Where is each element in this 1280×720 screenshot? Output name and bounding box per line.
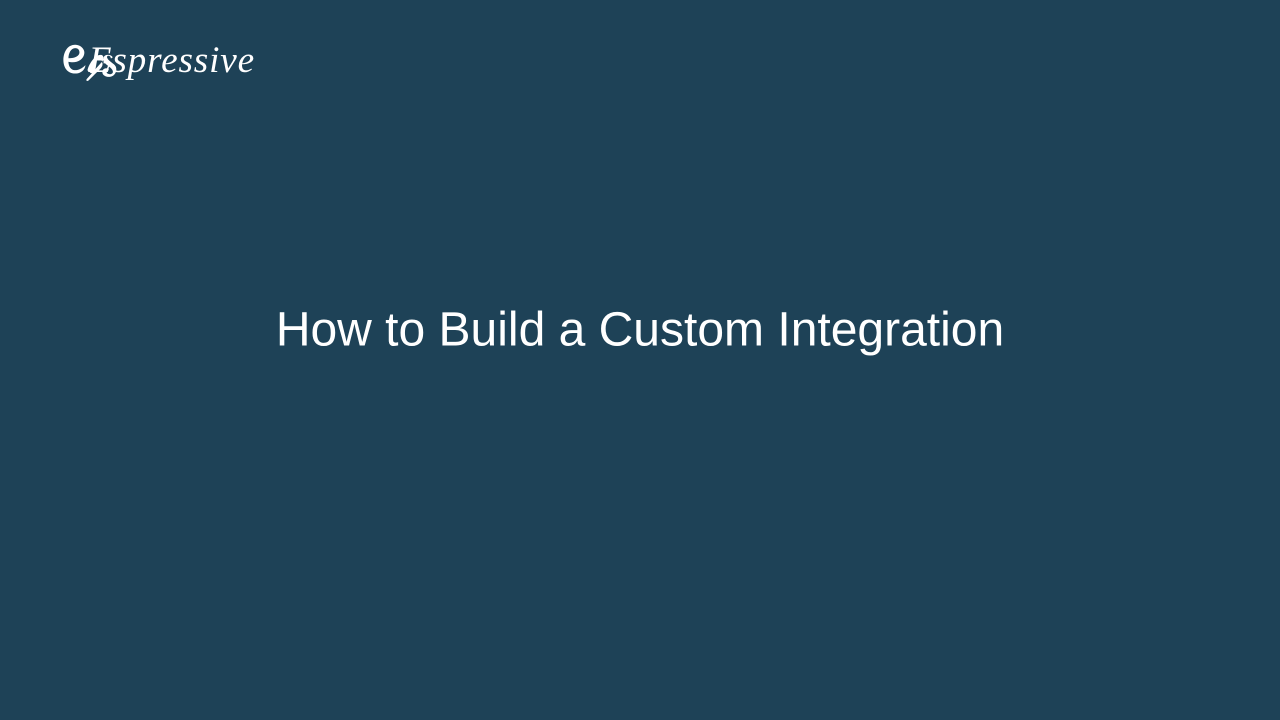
brand-logo: Espressive [60, 30, 280, 102]
slide-title: How to Build a Custom Integration [276, 303, 1004, 358]
logo-text: Espressive [88, 40, 255, 81]
